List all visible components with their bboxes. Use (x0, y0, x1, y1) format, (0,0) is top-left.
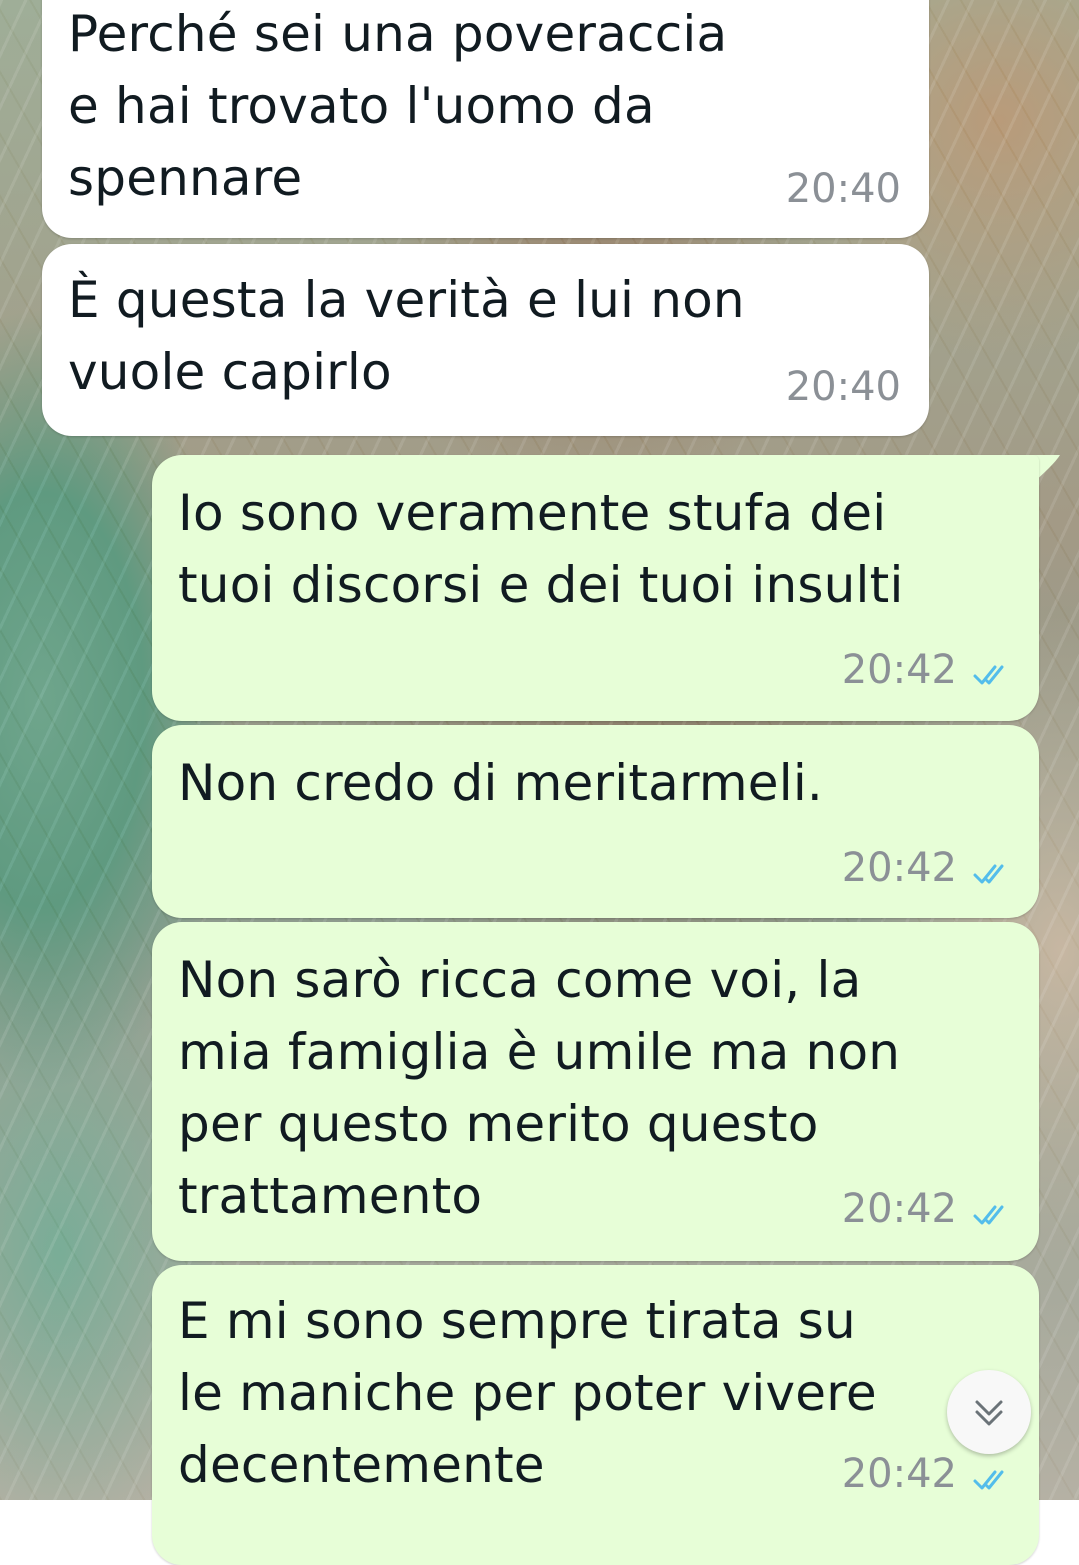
message-text: Perché sei una poveraccia e hai trovato … (68, 5, 728, 207)
message-time: 20:42 (841, 845, 957, 891)
message-time: 20:42 (841, 1186, 957, 1232)
message-time: 20:42 (841, 1451, 957, 1497)
double-check-icon (973, 864, 1004, 884)
outgoing-message[interactable]: Non sarò ricca come voi, la mia famiglia… (152, 922, 1039, 1261)
message-text: È questa la verità e lui non vuole capir… (68, 271, 745, 401)
incoming-message[interactable]: Perché sei una poveraccia e hai trovato … (42, 0, 929, 238)
message-time: 20:40 (785, 166, 901, 212)
outgoing-message[interactable]: E mi sono sempre tirata su le maniche pe… (152, 1265, 1039, 1565)
double-check-icon (973, 1205, 1004, 1225)
chevron-double-down-icon (975, 1400, 1003, 1426)
incoming-message[interactable]: È questa la verità e lui non vuole capir… (42, 244, 929, 436)
double-check-icon (973, 665, 1004, 685)
message-text: Io sono veramente stufa dei tuoi discors… (178, 484, 904, 614)
outgoing-message[interactable]: Io sono veramente stufa dei tuoi discors… (152, 455, 1039, 721)
message-text: Non credo di meritarmeli. (178, 754, 824, 812)
scroll-to-bottom-button[interactable] (947, 1370, 1031, 1454)
outgoing-message[interactable]: Non credo di meritarmeli. 20:42 (152, 725, 1039, 918)
double-check-icon (973, 1470, 1004, 1490)
message-time: 20:40 (785, 364, 901, 410)
message-time: 20:42 (841, 647, 957, 693)
